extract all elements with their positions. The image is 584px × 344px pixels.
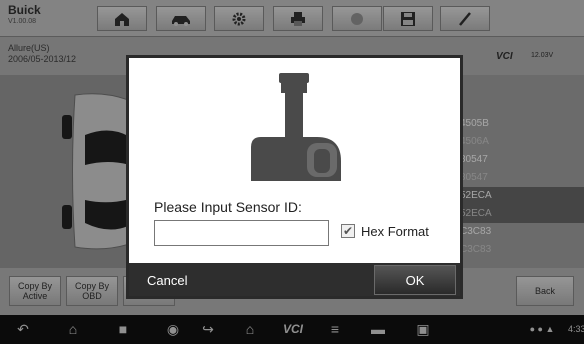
hex-format-label: Hex Format [361,224,429,239]
hex-format-checkbox[interactable]: ✔ [341,224,355,238]
tpms-sensor-icon [251,73,341,181]
cancel-button[interactable]: Cancel [135,266,215,294]
ok-button[interactable]: OK [374,265,456,295]
sensor-id-input[interactable] [154,220,329,246]
checkmark-icon: ✔ [342,224,354,238]
prompt-label: Please Input Sensor ID: [154,199,302,215]
